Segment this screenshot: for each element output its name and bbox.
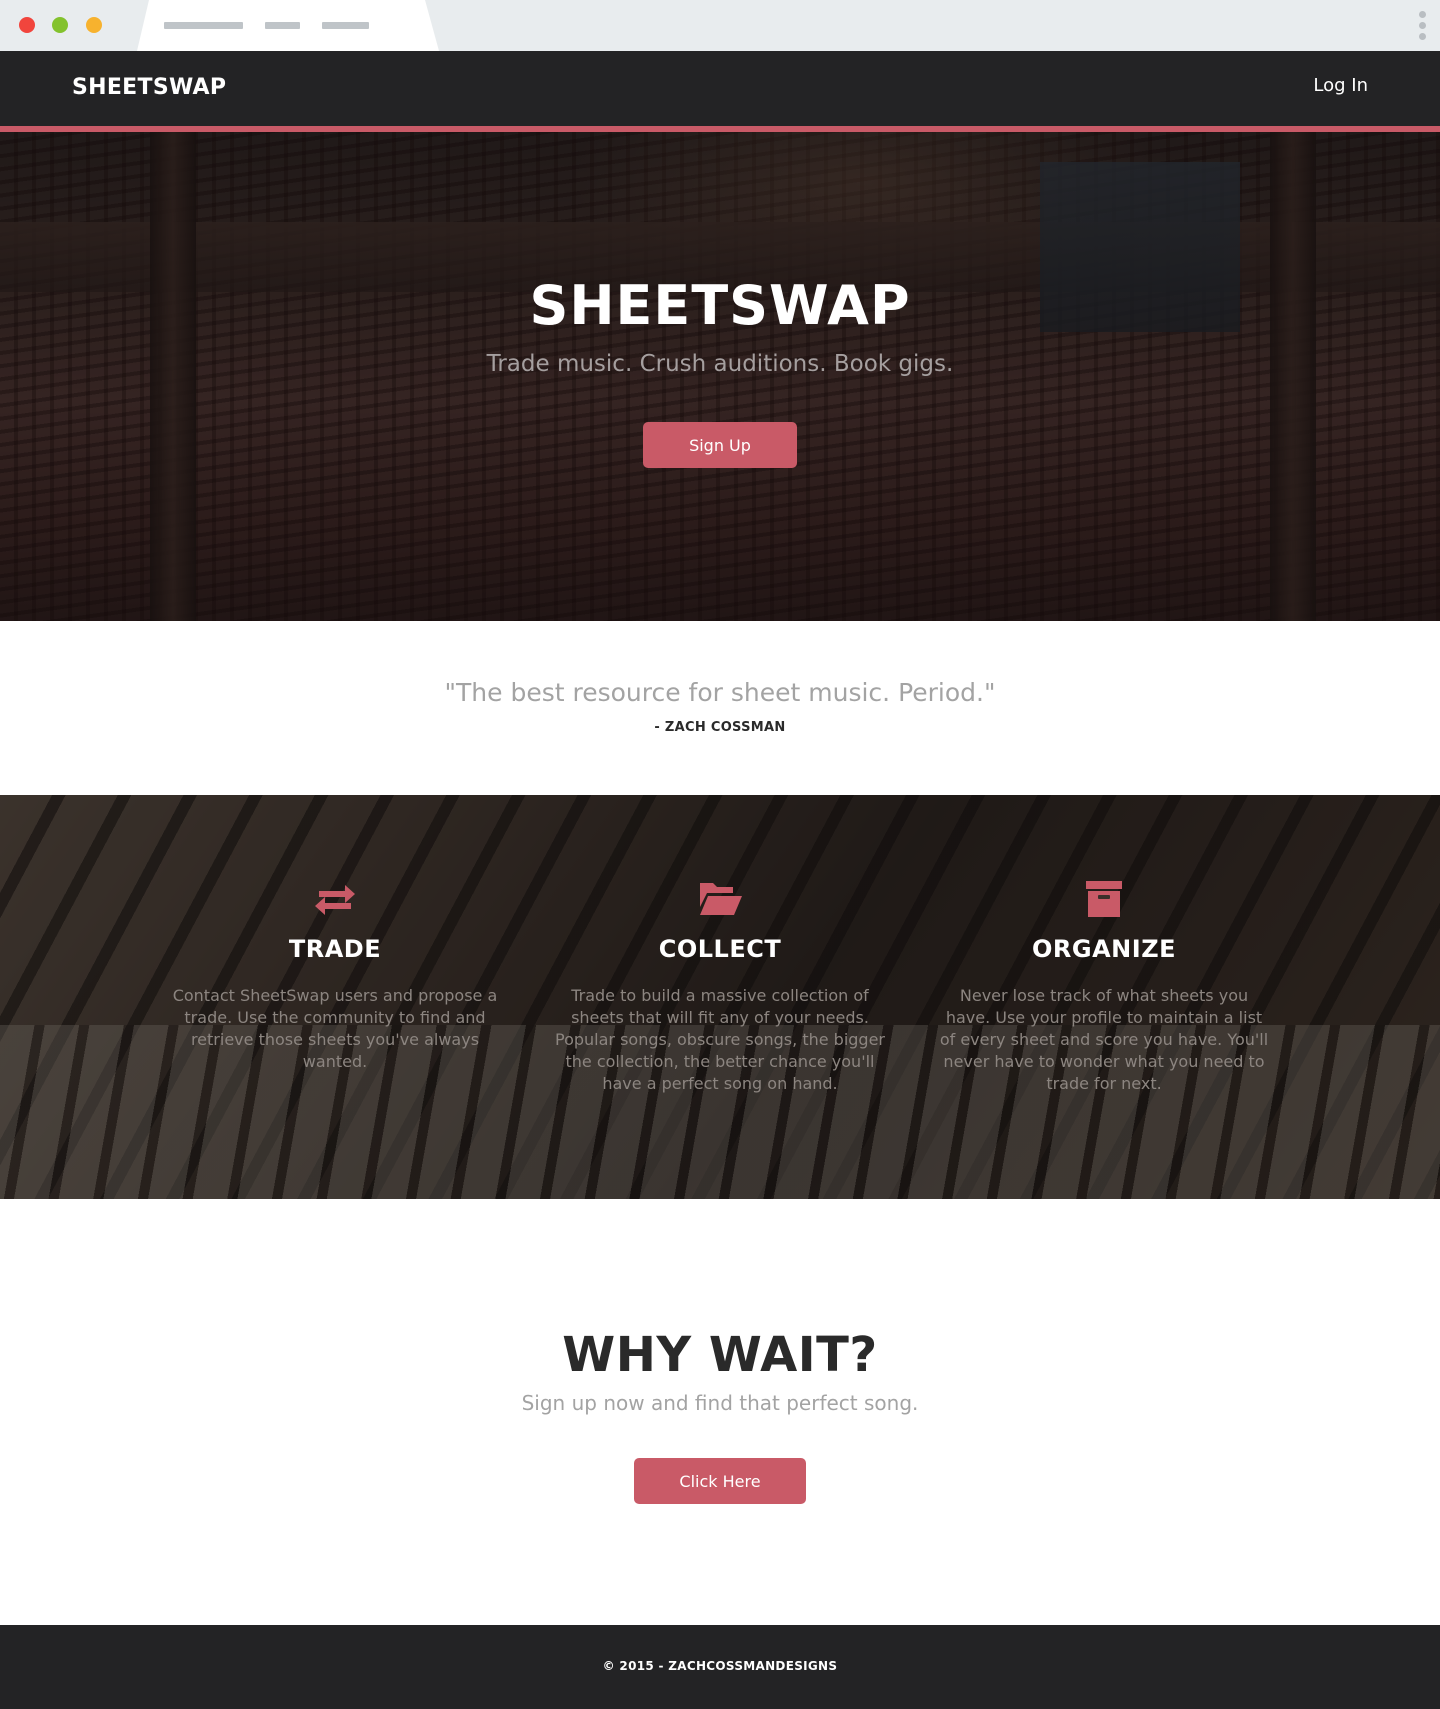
exchange-arrows-icon [315, 885, 355, 915]
tab-placeholder-bar [322, 22, 369, 29]
footer: © 2015 - ZACHCOSSMANDESIGNS [0, 1625, 1440, 1709]
browser-chrome [0, 0, 1440, 51]
footer-copyright: © 2015 - ZACHCOSSMANDESIGNS [602, 1659, 838, 1673]
archive-box-icon [1086, 881, 1122, 917]
login-link[interactable]: Log In [1313, 75, 1368, 96]
cta-title: WHY WAIT? [562, 1327, 878, 1383]
feature-trade: TRADE Contact SheetSwap users and propos… [170, 877, 500, 1073]
click-here-button[interactable]: Click Here [634, 1458, 806, 1504]
tab-placeholder-bar [164, 22, 243, 29]
feature-description: Trade to build a massive collection of s… [555, 986, 885, 1093]
maximize-window-button[interactable] [52, 17, 68, 33]
feature-title: COLLECT [658, 935, 782, 963]
testimonial-quote: "The best resource for sheet music. Peri… [444, 678, 996, 707]
browser-menu-icon[interactable] [1418, 11, 1426, 41]
minimize-window-button[interactable] [86, 17, 102, 33]
hero-section: SHEETSWAP Trade music. Crush auditions. … [0, 132, 1440, 621]
close-window-button[interactable] [19, 17, 35, 33]
hero-subtitle: Trade music. Crush auditions. Book gigs. [486, 351, 954, 377]
feature-organize: ORGANIZE Never lose track of what sheets… [939, 877, 1269, 1095]
brand-logo[interactable]: SHEETSWAP [72, 75, 226, 100]
feature-title: TRADE [288, 935, 382, 963]
testimonial-author: - ZACH COSSMAN [654, 720, 786, 735]
feature-description: Never lose track of what sheets you have… [939, 986, 1269, 1093]
hero-title: SHEETSWAP [529, 274, 911, 337]
tab-placeholder-bar [265, 22, 300, 29]
features-section: TRADE Contact SheetSwap users and propos… [0, 795, 1440, 1199]
cta-subtitle: Sign up now and find that perfect song. [521, 1391, 919, 1415]
sign-up-button[interactable]: Sign Up [643, 422, 797, 468]
navbar: SHEETSWAP Log In [0, 51, 1440, 126]
feature-description: Contact SheetSwap users and propose a tr… [172, 986, 498, 1071]
feature-collect: COLLECT Trade to build a massive collect… [555, 877, 885, 1095]
open-folder-icon [700, 883, 742, 915]
feature-title: ORGANIZE [1032, 935, 1176, 963]
